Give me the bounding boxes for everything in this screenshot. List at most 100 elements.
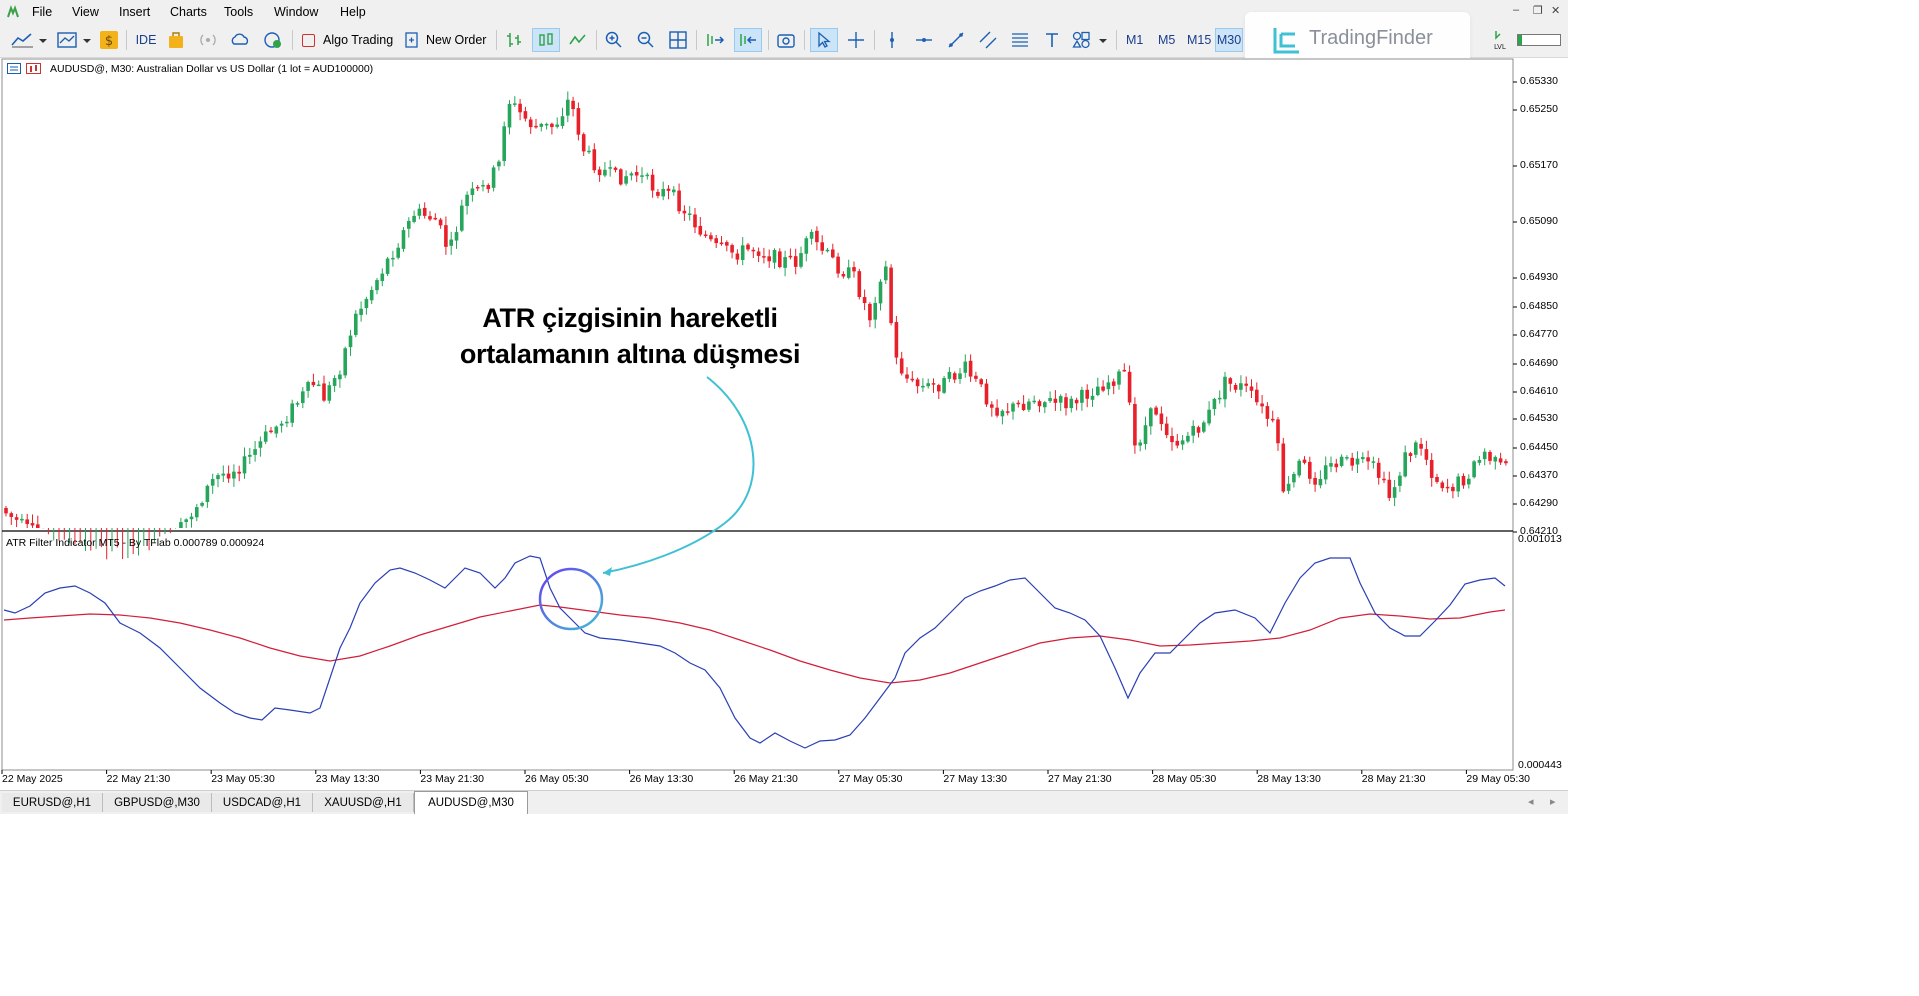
vps-button[interactable] bbox=[260, 28, 286, 52]
tab-gbpusd-m30[interactable]: GBPUSD@,M30 bbox=[103, 793, 212, 812]
zoom-out-icon bbox=[637, 31, 654, 48]
tab-usdcad-h1[interactable]: USDCAD@,H1 bbox=[212, 793, 313, 812]
tab-audusd-m30[interactable]: AUDUSD@,M30 bbox=[414, 791, 528, 814]
candle-body bbox=[1371, 461, 1376, 463]
timeframe-m1[interactable]: M1 bbox=[1126, 33, 1143, 47]
candle-body bbox=[285, 421, 289, 424]
zoom-out-button[interactable] bbox=[634, 28, 658, 52]
trendline-button[interactable] bbox=[944, 28, 968, 52]
candle-body bbox=[1239, 383, 1243, 390]
candle-body bbox=[1016, 402, 1021, 405]
tab-scroll-right-icon[interactable]: ▸ bbox=[1550, 795, 1556, 808]
annotation-text: ATR çizgisinin hareketli ortalamanın alt… bbox=[420, 300, 840, 372]
menu-view[interactable]: View bbox=[72, 5, 99, 19]
candle-body bbox=[1058, 396, 1063, 403]
candle-body bbox=[1133, 403, 1137, 446]
timeframe-m30[interactable]: M30 bbox=[1215, 28, 1243, 52]
shapes-dropdown[interactable] bbox=[1070, 28, 1110, 52]
broadcast-button[interactable] bbox=[196, 28, 220, 52]
crosshair-button[interactable] bbox=[844, 28, 868, 52]
restore-button[interactable]: ❐ bbox=[1533, 4, 1543, 17]
candle-body bbox=[634, 171, 639, 176]
menu-charts[interactable]: Charts bbox=[170, 5, 207, 19]
line-chart-button[interactable] bbox=[566, 28, 590, 52]
candle-body bbox=[571, 100, 575, 110]
candle-body bbox=[1233, 385, 1238, 390]
signals-button[interactable] bbox=[164, 28, 188, 52]
menu-window[interactable]: Window bbox=[274, 5, 318, 19]
level-button[interactable]: LVL bbox=[1490, 28, 1514, 52]
tab-xauusd-h1[interactable]: XAUUSD@,H1 bbox=[313, 793, 414, 812]
menu-help[interactable]: Help bbox=[340, 5, 366, 19]
tab-eurusd-h1[interactable]: EURUSD@,H1 bbox=[2, 793, 103, 812]
candle-body bbox=[640, 175, 644, 177]
tile-windows-button[interactable] bbox=[666, 28, 690, 52]
candle-body bbox=[677, 190, 681, 212]
market-button[interactable]: $ bbox=[98, 28, 120, 52]
horizontal-line-button[interactable] bbox=[912, 28, 936, 52]
text-button[interactable] bbox=[1040, 28, 1064, 52]
chart-type-dropdown[interactable] bbox=[8, 28, 48, 52]
horizontal-line-icon bbox=[916, 38, 932, 42]
bar-chart-button[interactable] bbox=[502, 28, 526, 52]
cloud-button[interactable] bbox=[228, 28, 252, 52]
camera-icon bbox=[777, 34, 795, 48]
candle-body bbox=[290, 403, 294, 423]
ide-button[interactable]: IDE bbox=[132, 28, 160, 52]
candle-body bbox=[550, 123, 554, 128]
candle-body bbox=[380, 273, 385, 282]
chart-symbol-icons[interactable] bbox=[7, 63, 45, 75]
zoom-in-button[interactable] bbox=[602, 28, 626, 52]
candle-body bbox=[544, 123, 549, 126]
fibonacci-button[interactable] bbox=[1008, 28, 1032, 52]
vertical-line-button[interactable] bbox=[880, 28, 904, 52]
candle-body bbox=[179, 522, 183, 528]
candle-body bbox=[343, 348, 347, 376]
candle-body bbox=[1498, 458, 1503, 463]
candle-body bbox=[820, 242, 824, 251]
channel-button[interactable] bbox=[976, 28, 1000, 52]
chart-canvas[interactable] bbox=[0, 58, 1568, 789]
candlestick-button[interactable] bbox=[532, 28, 560, 52]
candle-body bbox=[1482, 451, 1487, 460]
candle-body bbox=[868, 303, 872, 321]
time-label: 26 May 05:30 bbox=[525, 773, 589, 785]
candle-body bbox=[619, 169, 623, 185]
candle-body bbox=[237, 471, 241, 474]
timeframe-m15[interactable]: M15 bbox=[1187, 33, 1211, 47]
menu-insert[interactable]: Insert bbox=[119, 5, 150, 19]
candle-body bbox=[518, 103, 522, 113]
cursor-button[interactable] bbox=[810, 28, 838, 52]
indicators-dropdown[interactable] bbox=[54, 28, 94, 52]
candle-body bbox=[1361, 457, 1365, 460]
candle-body bbox=[862, 297, 867, 304]
chart-window[interactable]: AUDUSD@, M30: Australian Dollar vs US Do… bbox=[0, 58, 1568, 789]
candle-body bbox=[1302, 459, 1307, 463]
menu-tools[interactable]: Tools bbox=[224, 5, 253, 19]
candle-body bbox=[979, 379, 983, 385]
new-order-button[interactable]: New Order bbox=[404, 28, 490, 52]
timeframe-m5[interactable]: M5 bbox=[1158, 33, 1175, 47]
bag-icon bbox=[169, 32, 183, 48]
time-label: 27 May 13:30 bbox=[943, 773, 1008, 785]
candle-body bbox=[1387, 479, 1392, 498]
algo-trading-button[interactable]: Algo Trading bbox=[298, 28, 398, 52]
candle-body bbox=[1323, 465, 1328, 480]
menu-file[interactable]: File bbox=[32, 5, 52, 19]
chart-shift-button[interactable] bbox=[734, 28, 762, 52]
grid-icon bbox=[669, 31, 687, 49]
candle-body bbox=[1339, 456, 1344, 466]
time-label: 27 May 21:30 bbox=[1048, 773, 1112, 785]
candle-body bbox=[1255, 389, 1259, 403]
candle-body bbox=[513, 103, 517, 105]
time-label: 22 May 2025 bbox=[2, 773, 63, 785]
candle-body bbox=[444, 225, 448, 247]
candle-body bbox=[470, 188, 475, 196]
autoscroll-button[interactable] bbox=[702, 28, 728, 52]
minimize-button[interactable]: ‒ bbox=[1513, 4, 1519, 16]
candle-body bbox=[947, 371, 952, 379]
screenshot-button[interactable] bbox=[774, 28, 798, 52]
close-button[interactable]: ✕ bbox=[1551, 4, 1560, 17]
candle-body bbox=[30, 523, 35, 526]
tab-scroll-left-icon[interactable]: ◂ bbox=[1528, 795, 1534, 808]
